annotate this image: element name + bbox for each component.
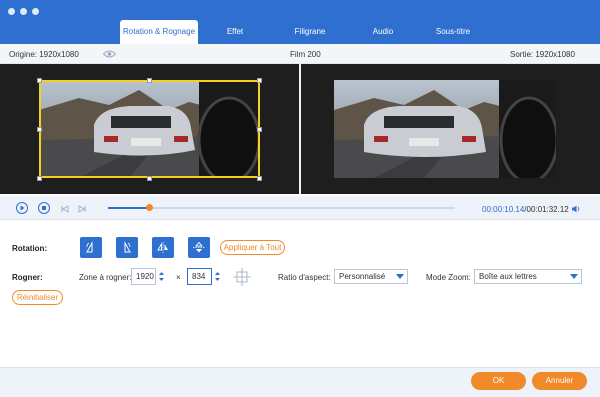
chevron-down-icon: [570, 274, 578, 279]
cancel-button[interactable]: Annuler: [532, 372, 587, 390]
tab-audio[interactable]: Audio: [348, 20, 418, 44]
stop-icon: [42, 206, 46, 210]
current-time: 00:00:10.14: [482, 205, 525, 214]
ok-button[interactable]: OK: [471, 372, 526, 390]
title-bar: Rotation & Rognage Effet Filigrane Audio…: [0, 0, 600, 44]
crop-label: Rogner:: [12, 273, 43, 282]
center-crosshair-icon[interactable]: [233, 268, 251, 286]
volume-icon[interactable]: [571, 204, 581, 214]
origin-resolution: Origine: 1920x1080: [9, 50, 79, 59]
rotate-right-icon: [124, 241, 131, 253]
preview-divider: [299, 64, 301, 194]
time-display: 00:00:10.14/00:01:32.12: [482, 205, 569, 214]
tab-bar: Rotation & Rognage Effet Filigrane Audio…: [120, 20, 488, 44]
crop-height-stepper[interactable]: [214, 269, 221, 284]
crop-handle-top-right[interactable]: [257, 78, 262, 83]
output-resolution: Sortie: 1920x1080: [510, 50, 575, 59]
crop-zone-label: Zone à rogner:: [79, 273, 132, 282]
rotate-left-button[interactable]: [80, 237, 102, 258]
crop-height-input[interactable]: 834: [187, 268, 212, 285]
tab-rotation-crop[interactable]: Rotation & Rognage: [120, 20, 198, 44]
rotation-label: Rotation:: [12, 244, 48, 253]
rotate-left-icon: [86, 241, 93, 253]
zoom-mode-value: Boîte aux lettres: [479, 272, 537, 281]
aspect-ratio-value: Personnalisé: [339, 272, 386, 281]
next-frame-icon[interactable]: [78, 205, 86, 213]
zoom-mode-select[interactable]: Boîte aux lettres: [474, 269, 582, 284]
reset-button[interactable]: Réinitialiser: [12, 290, 63, 305]
previous-frame-icon[interactable]: [61, 205, 69, 213]
info-bar: Origine: 1920x1080 Film 200 Sortie: 1920…: [0, 44, 600, 64]
close-window-button[interactable]: [8, 8, 15, 15]
crop-box[interactable]: [39, 80, 260, 178]
times-sign: ×: [176, 273, 181, 282]
crop-handle-right[interactable]: [257, 127, 262, 132]
tab-watermark[interactable]: Filigrane: [272, 20, 348, 44]
apply-to-all-button[interactable]: Appliquer à Tout: [220, 240, 285, 255]
crop-handle-bottom[interactable]: [147, 176, 152, 181]
play-button[interactable]: [16, 202, 28, 214]
flip-horizontal-icon: [157, 242, 168, 253]
tab-subtitle[interactable]: Sous-titre: [418, 20, 488, 44]
total-time: /00:01:32.12: [524, 205, 569, 214]
zoom-mode-label: Mode Zoom:: [426, 273, 471, 282]
output-video-frame: [334, 80, 556, 178]
minimize-window-button[interactable]: [20, 8, 27, 15]
zoom-window-button[interactable]: [32, 8, 39, 15]
flip-horizontal-button[interactable]: [152, 237, 174, 258]
progress-fill: [108, 207, 150, 209]
crop-handle-top-left[interactable]: [37, 78, 42, 83]
play-icon: [20, 205, 25, 211]
crop-width-input[interactable]: 1920: [131, 268, 156, 285]
crop-handle-left[interactable]: [37, 127, 42, 132]
aspect-ratio-select[interactable]: Personnalisé: [334, 269, 408, 284]
stop-button[interactable]: [38, 202, 50, 214]
aspect-ratio-label: Ratio d'aspect:: [278, 273, 331, 282]
crop-handle-bottom-right[interactable]: [257, 176, 262, 181]
crop-handle-top[interactable]: [147, 78, 152, 83]
output-video-image: [334, 80, 556, 178]
tab-effect[interactable]: Effet: [198, 20, 272, 44]
flip-vertical-button[interactable]: [188, 237, 210, 258]
video-title: Film 200: [290, 50, 321, 59]
crop-width-stepper[interactable]: [158, 269, 165, 284]
chevron-down-icon: [396, 274, 404, 279]
eye-icon[interactable]: [103, 50, 116, 58]
crop-handle-bottom-left[interactable]: [37, 176, 42, 181]
progress-track[interactable]: [108, 204, 455, 211]
rotate-right-button[interactable]: [116, 237, 138, 258]
flip-vertical-icon: [193, 241, 205, 253]
